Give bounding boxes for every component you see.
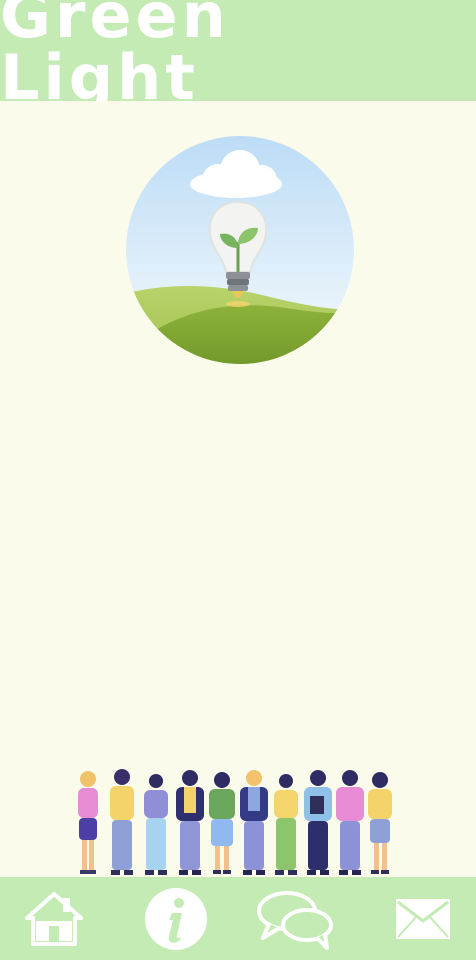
nav-chat-button[interactable] bbox=[252, 877, 338, 960]
chat-icon bbox=[257, 890, 333, 950]
nav-info-button[interactable] bbox=[140, 877, 212, 960]
info-icon bbox=[145, 887, 207, 950]
nav-home-button[interactable] bbox=[18, 877, 90, 960]
group-of-people-illustration bbox=[78, 769, 392, 875]
mail-icon bbox=[396, 898, 450, 939]
home-icon bbox=[25, 891, 83, 946]
lightbulb-sprout-illustration bbox=[126, 136, 354, 364]
nav-mail-button[interactable] bbox=[390, 877, 456, 960]
app-header: Green Light bbox=[0, 0, 476, 108]
app-title: Green Light bbox=[0, 0, 230, 114]
bottom-navigation bbox=[0, 877, 476, 960]
